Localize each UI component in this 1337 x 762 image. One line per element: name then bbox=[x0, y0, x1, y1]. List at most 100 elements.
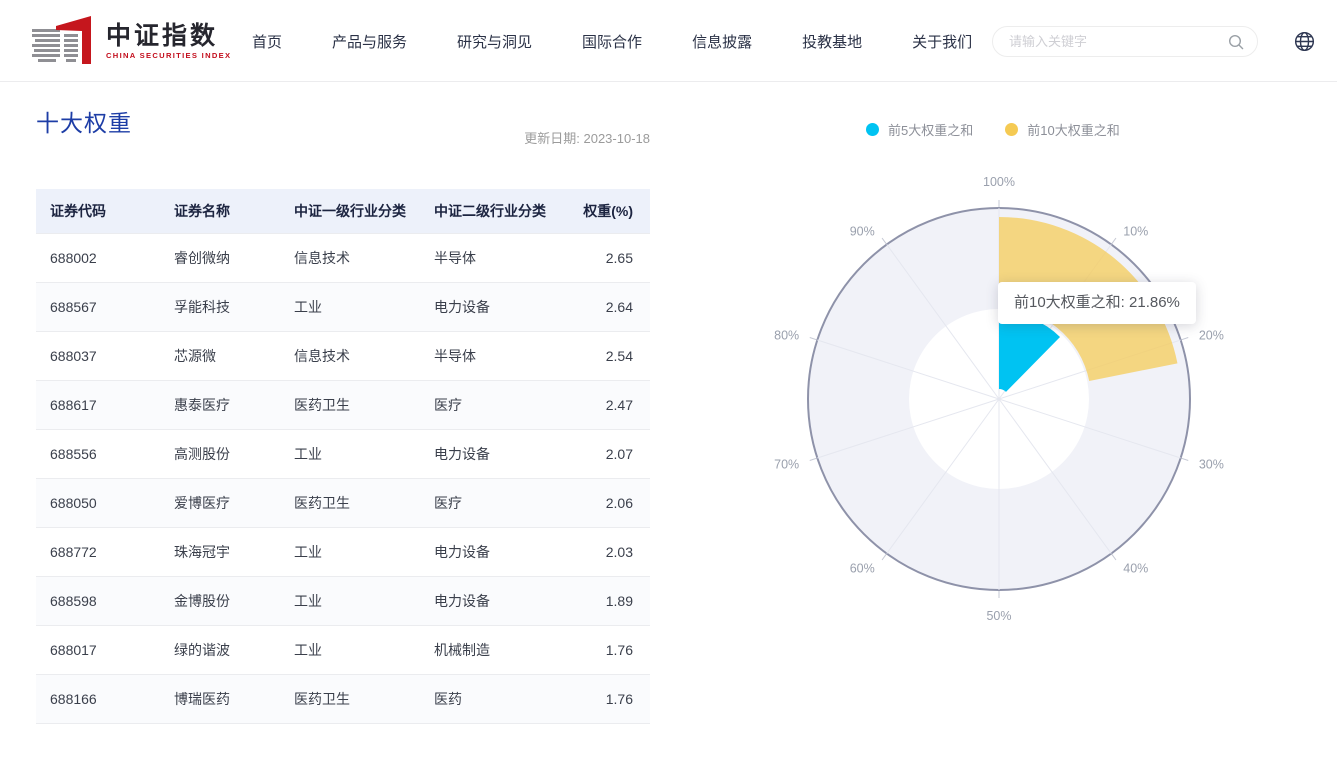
cell-code: 688598 bbox=[36, 575, 160, 625]
cell-name: 高测股份 bbox=[160, 428, 280, 478]
polar-axis-label: 60% bbox=[850, 561, 875, 575]
cell-industry-l1: 信息技术 bbox=[280, 232, 420, 282]
nav-item-disclosure[interactable]: 信息披露 bbox=[692, 31, 752, 52]
cell-weight: 2.06 bbox=[570, 477, 650, 527]
search-input[interactable] bbox=[1009, 34, 1227, 49]
cell-industry-l1: 信息技术 bbox=[280, 330, 420, 380]
legend-dot-top5 bbox=[866, 123, 879, 136]
logo-subtitle: CHINA SECURITIES INDEX bbox=[106, 50, 232, 60]
legend-label-top10: 前10大权重之和 bbox=[1027, 123, 1120, 138]
cell-industry-l2: 机械制造 bbox=[420, 624, 570, 674]
table-row: 688017 绿的谐波 工业 机械制造 1.76 bbox=[36, 624, 650, 674]
cell-code: 688166 bbox=[36, 673, 160, 724]
polar-axis-label: 100% bbox=[983, 175, 1015, 189]
cell-code: 688772 bbox=[36, 526, 160, 576]
cell-name: 绿的谐波 bbox=[160, 624, 280, 674]
cell-industry-l2: 半导体 bbox=[420, 232, 570, 282]
table-row: 688772 珠海冠宇 工业 电力设备 2.03 bbox=[36, 526, 650, 576]
cell-weight: 2.03 bbox=[570, 526, 650, 576]
polar-tick bbox=[1181, 457, 1189, 461]
cell-weight: 2.65 bbox=[570, 232, 650, 282]
header-cell-industry-l2: 中证二级行业分类 bbox=[420, 189, 570, 233]
polar-axis-label: 40% bbox=[1123, 561, 1148, 575]
nav-item-international[interactable]: 国际合作 bbox=[582, 31, 642, 52]
nav-item-products[interactable]: 产品与服务 bbox=[332, 31, 407, 52]
legend-label-top5: 前5大权重之和 bbox=[888, 123, 974, 138]
search-icon[interactable] bbox=[1227, 33, 1245, 51]
legend-dot-top10 bbox=[1005, 123, 1019, 136]
cell-industry-l2: 医疗 bbox=[420, 477, 570, 527]
cell-industry-l2: 电力设备 bbox=[420, 428, 570, 478]
polar-chart[interactable]: 10% 20% 30% 40% 50% 60% 70% 80% 90% 100% bbox=[769, 170, 1229, 630]
main-nav: 首页 产品与服务 研究与洞见 国际合作 信息披露 投教基地 关于我们 bbox=[252, 0, 972, 82]
polar-axis-label: 20% bbox=[1199, 329, 1224, 343]
table-row: 688567 孚能科技 工业 电力设备 2.64 bbox=[36, 281, 650, 331]
header-cell-industry-l1: 中证一级行业分类 bbox=[280, 189, 420, 233]
cell-weight: 1.89 bbox=[570, 575, 650, 625]
cell-weight: 2.54 bbox=[570, 330, 650, 380]
logo-text: 中证指数 CHINA SECURITIES INDEX bbox=[106, 23, 231, 60]
cell-industry-l2: 医疗 bbox=[420, 379, 570, 429]
cell-industry-l2: 电力设备 bbox=[420, 526, 570, 576]
polar-tick bbox=[1111, 554, 1117, 561]
polar-tick bbox=[1111, 237, 1117, 244]
cell-code: 688050 bbox=[36, 477, 160, 527]
table-row: 688598 金博股份 工业 电力设备 1.89 bbox=[36, 575, 650, 625]
cell-weight: 2.07 bbox=[570, 428, 650, 478]
header-cell-weight: 权重(%) bbox=[570, 189, 650, 233]
cell-industry-l1: 工业 bbox=[280, 526, 420, 576]
polar-axis-label: 50% bbox=[986, 609, 1011, 623]
nav-item-home[interactable]: 首页 bbox=[252, 31, 282, 52]
cell-code: 688017 bbox=[36, 624, 160, 674]
cell-industry-l2: 医药 bbox=[420, 673, 570, 724]
polar-tick bbox=[1181, 337, 1189, 341]
cell-name: 睿创微纳 bbox=[160, 232, 280, 282]
nav-item-education[interactable]: 投教基地 bbox=[802, 31, 862, 52]
cell-industry-l1: 工业 bbox=[280, 575, 420, 625]
cell-industry-l1: 工业 bbox=[280, 624, 420, 674]
cell-weight: 1.76 bbox=[570, 624, 650, 674]
site-logo[interactable]: 中证指数 CHINA SECURITIES INDEX bbox=[30, 14, 231, 68]
polar-tick bbox=[809, 457, 817, 461]
polar-tick bbox=[881, 554, 887, 561]
search-box[interactable] bbox=[992, 26, 1258, 57]
table-row: 688002 睿创微纳 信息技术 半导体 2.65 bbox=[36, 232, 650, 282]
polar-axis-label: 70% bbox=[774, 457, 799, 471]
cell-industry-l1: 工业 bbox=[280, 281, 420, 331]
logo-title: 中证指数 bbox=[106, 21, 219, 50]
language-globe-icon[interactable] bbox=[1293, 30, 1316, 53]
cell-code: 688037 bbox=[36, 330, 160, 380]
legend-item-top10[interactable]: 前10大权重之和 bbox=[1005, 120, 1120, 139]
cell-name: 惠泰医疗 bbox=[160, 379, 280, 429]
csi-logo-icon bbox=[32, 16, 91, 64]
cell-name: 爱博医疗 bbox=[160, 477, 280, 527]
header-cell-name: 证券名称 bbox=[160, 189, 280, 233]
update-date: 更新日期: 2023-10-18 bbox=[524, 131, 650, 146]
page-content: 十大权重 更新日期: 2023-10-18 证券代码 证券名称 中证一级行业分类 中证… bbox=[0, 82, 1337, 762]
chart-legend: 前5大权重之和 前10大权重之和 bbox=[866, 120, 1120, 139]
table-row: 688166 博瑞医药 医药卫生 医药 1.76 bbox=[36, 673, 650, 724]
table-header-row: 证券代码 证券名称 中证一级行业分类 中证二级行业分类 权重(%) bbox=[36, 189, 650, 233]
table-row: 688617 惠泰医疗 医药卫生 医疗 2.47 bbox=[36, 379, 650, 429]
cell-weight: 1.76 bbox=[570, 673, 650, 724]
legend-item-top5[interactable]: 前5大权重之和 bbox=[866, 120, 973, 139]
cell-industry-l1: 工业 bbox=[280, 428, 420, 478]
polar-axis-label: 80% bbox=[774, 329, 799, 343]
cell-industry-l1: 医药卫生 bbox=[280, 379, 420, 429]
cell-industry-l1: 医药卫生 bbox=[280, 673, 420, 724]
cell-industry-l2: 电力设备 bbox=[420, 575, 570, 625]
site-header: 中证指数 CHINA SECURITIES INDEX 首页 产品与服务 研究与… bbox=[0, 0, 1337, 82]
cell-weight: 2.47 bbox=[570, 379, 650, 429]
top-weights-table: 证券代码 证券名称 中证一级行业分类 中证二级行业分类 权重(%) 688002 睿创微纳… bbox=[36, 189, 650, 724]
cell-industry-l1: 医药卫生 bbox=[280, 477, 420, 527]
polar-axis-label: 30% bbox=[1199, 457, 1224, 471]
polar-axis-label: 10% bbox=[1123, 225, 1148, 239]
cell-name: 孚能科技 bbox=[160, 281, 280, 331]
table-row: 688050 爱博医疗 医药卫生 医疗 2.06 bbox=[36, 477, 650, 527]
cell-name: 金博股份 bbox=[160, 575, 280, 625]
cell-name: 博瑞医药 bbox=[160, 673, 280, 724]
nav-item-about[interactable]: 关于我们 bbox=[912, 31, 972, 52]
nav-item-research[interactable]: 研究与洞见 bbox=[457, 31, 532, 52]
polar-tick bbox=[881, 237, 887, 244]
cell-code: 688617 bbox=[36, 379, 160, 429]
